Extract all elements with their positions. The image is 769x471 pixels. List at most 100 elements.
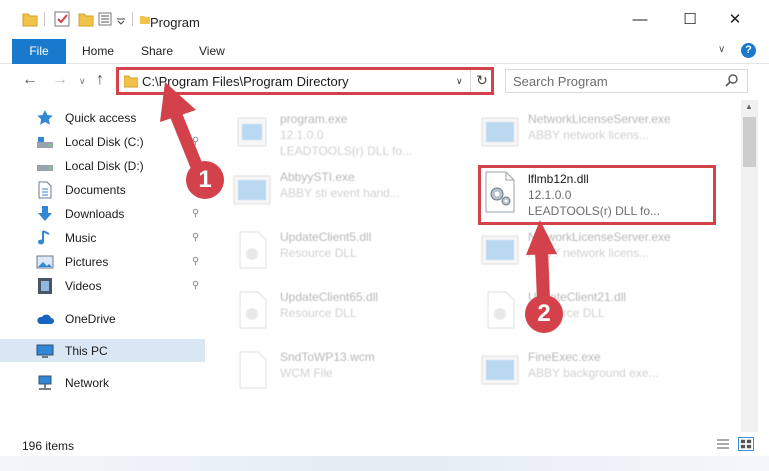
sidebar-item-onedrive[interactable]: OneDrive (0, 307, 205, 330)
separator (44, 12, 45, 26)
refresh-icon[interactable]: ↻ (470, 68, 493, 94)
pin-icon[interactable]: ⚲ (192, 280, 199, 291)
quick-access-dropdown-icon[interactable] (116, 10, 126, 28)
file-name: SndToWP13.wcm (280, 350, 375, 364)
search-icon[interactable] (725, 73, 739, 87)
file-item-updateclient21[interactable]: UpdateClient21.dll Resource DLL (480, 286, 710, 338)
sidebar-item-local-disk-c[interactable]: Local Disk (C:) ⚲ (0, 130, 205, 153)
dll-file-icon (487, 291, 515, 329)
sidebar-item-videos[interactable]: Videos ⚲ (0, 274, 205, 297)
details-view-icon[interactable] (716, 438, 730, 450)
sidebar-item-documents[interactable]: Documents ⚲ (0, 178, 205, 201)
sidebar-item-this-pc[interactable]: This PC (0, 339, 205, 362)
address-folder-icon (124, 75, 138, 88)
title-bar: Program — ☐ ✕ (0, 0, 769, 38)
exe-file-icon (481, 117, 519, 147)
pin-icon[interactable]: ⚲ (192, 136, 199, 147)
file-item-fineexec[interactable]: FineExec.exe ABBY background exe... (480, 346, 710, 398)
sidebar-item-label: This PC (65, 344, 108, 358)
tab-view[interactable]: View (199, 44, 225, 58)
minimize-button[interactable]: — (630, 10, 650, 30)
expand-ribbon-icon[interactable]: ∨ (718, 44, 725, 55)
sidebar-item-label: Downloads (65, 207, 125, 221)
ribbon-tabs: File Home Share View ∨ ? (0, 38, 769, 64)
tab-share[interactable]: Share (141, 44, 173, 58)
sidebar-item-music[interactable]: Music ⚲ (0, 226, 205, 249)
search-placeholder[interactable]: Search Program (513, 74, 608, 89)
sidebar-item-quick-access[interactable]: Quick access (0, 106, 205, 129)
taskbar-strip (0, 456, 769, 471)
address-path[interactable]: C:\Program Files\Program Directory (142, 74, 349, 89)
file-name: lflmb12n.dll (528, 172, 589, 186)
file-item-sndtowp13[interactable]: SndToWP13.wcm WCM File (232, 346, 462, 398)
file-item-program[interactable]: program.exe 12.1.0.0 LEADTOOLS(r) DLL fo… (232, 108, 462, 160)
file-item-networklicenseserver-2[interactable]: NetworkLicenseServer.exe ABBY network li… (480, 226, 710, 278)
exe-file-icon (237, 117, 267, 147)
file-item-updateclient5[interactable]: UpdateClient5.dll Resource DLL (232, 226, 462, 278)
sidebar-item-label: Documents (65, 183, 126, 197)
help-icon[interactable]: ? (741, 43, 756, 58)
new-folder-icon[interactable] (78, 10, 94, 28)
file-name: AbbyySTI.exe (280, 170, 355, 184)
back-arrow-icon[interactable]: ← (22, 71, 38, 89)
recent-locations-icon[interactable]: ∨ (79, 76, 86, 87)
downloads-icon (38, 206, 52, 221)
pin-icon[interactable]: ⚲ (192, 232, 199, 243)
up-arrow-icon[interactable]: ↑ (96, 71, 104, 89)
dll-file-icon (239, 291, 267, 329)
file-list: program.exe 12.1.0.0 LEADTOOLS(r) DLL fo… (212, 100, 740, 432)
pc-icon (36, 344, 54, 358)
generic-file-icon (239, 351, 267, 389)
sidebar-item-label: Network (65, 376, 110, 390)
file-name: UpdateClient65.dll (280, 290, 379, 304)
navigation-pane: Quick access Local Disk (C:) ⚲ Local Dis… (0, 100, 205, 432)
file-description: ABBY sti event hand... (280, 186, 400, 200)
file-name: program.exe (280, 112, 348, 126)
maximize-button[interactable]: ☐ (680, 10, 700, 30)
file-item-lflmb12n-dll[interactable]: lflmb12n.dll 12.1.0.0 LEADTOOLS(r) DLL f… (480, 168, 710, 220)
customize-icon[interactable] (98, 10, 114, 28)
pin-icon[interactable]: ⚲ (192, 208, 199, 219)
sidebar-item-label: Pictures (65, 255, 109, 269)
tab-file[interactable]: File (12, 39, 66, 64)
sidebar-item-label: Local Disk (C:) (65, 135, 144, 149)
music-icon (38, 230, 50, 245)
file-name: NetworkLicenseServer.exe (528, 112, 671, 126)
sidebar-item-label: Videos (65, 279, 102, 293)
documents-icon (38, 181, 52, 199)
scrollbar-thumb[interactable] (743, 117, 756, 167)
file-description: ABBY background exe... (528, 366, 659, 380)
close-button[interactable]: ✕ (725, 10, 745, 30)
file-version: 12.1.0.0 (528, 188, 572, 202)
file-description: Resource DLL (280, 306, 357, 320)
sidebar-item-label: Quick access (65, 111, 137, 125)
file-name: NetworkLicenseServer.exe (528, 230, 671, 244)
file-description: ABBY network licens... (528, 128, 650, 142)
file-version: 12.1.0.0 (280, 128, 324, 142)
file-item-abbyysti[interactable]: AbbyySTI.exe ABBY sti event hand... (232, 166, 462, 218)
file-description: ABBY network licens... (528, 246, 650, 260)
tiles-view-icon[interactable] (738, 437, 754, 451)
file-item-updateclient65[interactable]: UpdateClient65.dll Resource DLL (232, 286, 462, 338)
properties-check-icon[interactable] (54, 10, 70, 28)
pictures-icon (36, 255, 54, 269)
file-description: WCM File (280, 366, 333, 380)
dll-gear-file-icon (485, 171, 515, 213)
sidebar-item-local-disk-d[interactable]: Local Disk (D:) ⚲ (0, 154, 205, 177)
drive-icon (37, 165, 53, 171)
file-item-networklicenseserver[interactable]: NetworkLicenseServer.exe ABBY network li… (480, 108, 710, 160)
sidebar-item-pictures[interactable]: Pictures ⚲ (0, 250, 205, 273)
pin-icon[interactable]: ⚲ (192, 256, 199, 267)
file-description: LEADTOOLS(r) DLL fo... (280, 144, 413, 158)
scroll-up-icon[interactable]: ▲ (745, 102, 753, 111)
cloud-icon (37, 314, 54, 324)
sidebar-item-label: Music (65, 231, 97, 245)
forward-arrow-icon[interactable]: → (52, 71, 68, 89)
sidebar-item-downloads[interactable]: Downloads ⚲ (0, 202, 205, 225)
file-name: FineExec.exe (528, 350, 601, 364)
folder-icon[interactable] (22, 10, 38, 28)
tab-home[interactable]: Home (82, 44, 114, 58)
address-dropdown-icon[interactable]: ∨ (456, 76, 463, 87)
sidebar-item-network[interactable]: Network (0, 371, 205, 394)
exe-file-icon (233, 175, 271, 205)
